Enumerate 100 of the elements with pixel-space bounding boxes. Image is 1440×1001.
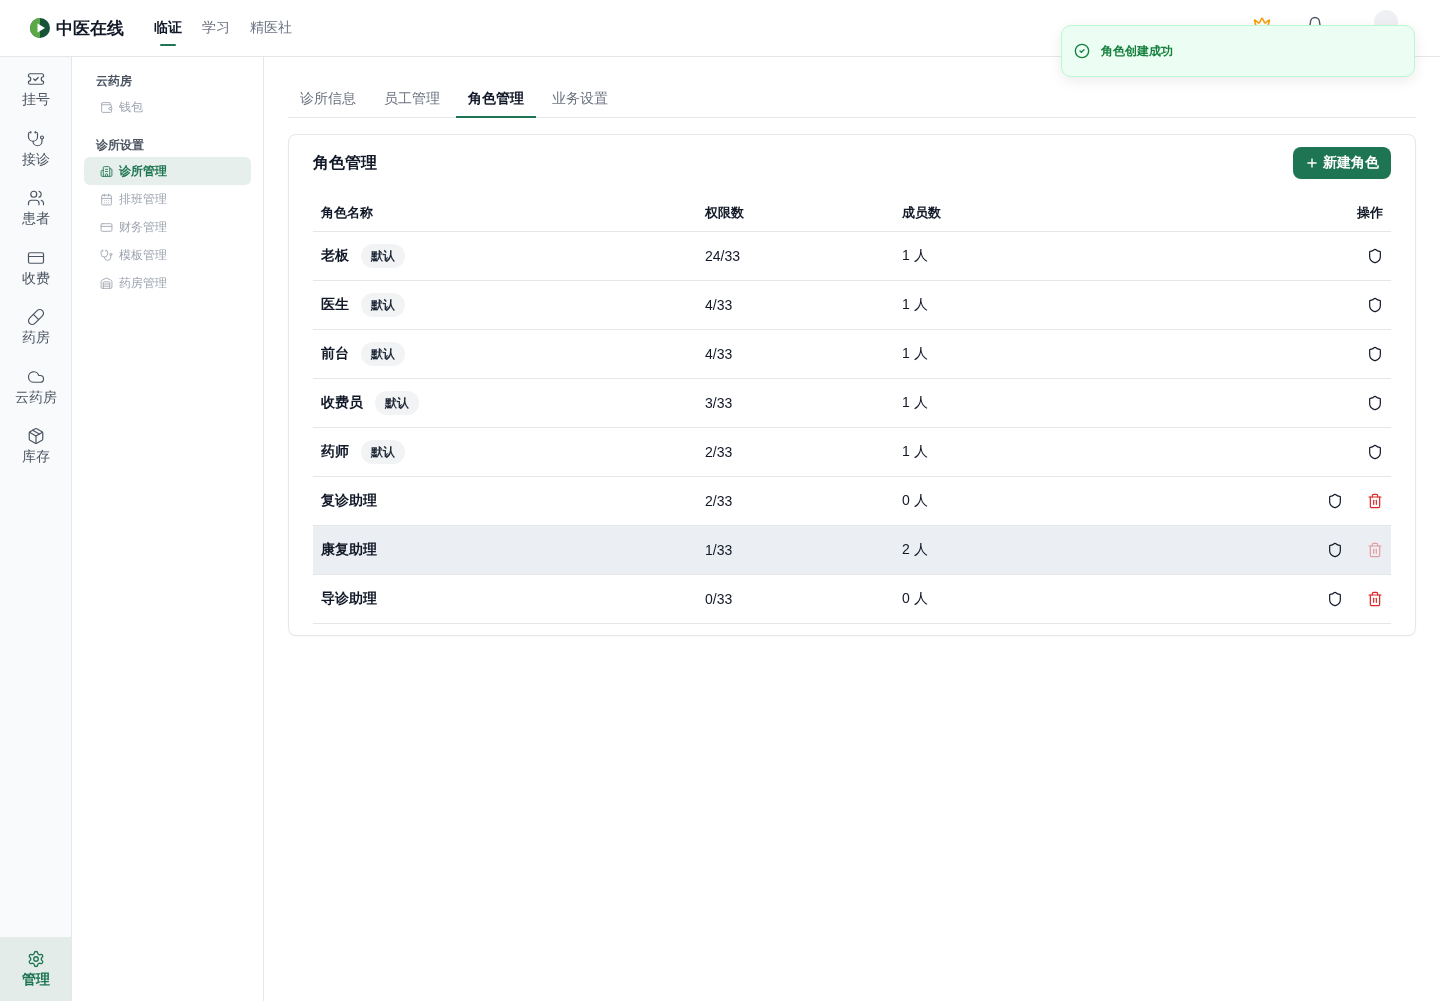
member-count: 2 人 xyxy=(901,541,929,559)
permission-count: 0/33 xyxy=(704,591,734,607)
member-count: 1 人 xyxy=(901,247,929,265)
rail-item[interactable]: 云药房 xyxy=(0,359,71,419)
column-header: 权限数 xyxy=(704,204,745,222)
role-tag: 默认 xyxy=(375,391,419,415)
rail-item[interactable]: 接诊 xyxy=(0,121,71,181)
sidebar-label: 排班管理 xyxy=(119,190,167,208)
role-tag: 默认 xyxy=(361,342,405,366)
rail-item[interactable]: 库存 xyxy=(0,419,71,479)
permission-count: 2/33 xyxy=(704,493,734,509)
tab[interactable]: 业务设置 xyxy=(540,81,620,118)
tab[interactable]: 诊所信息 xyxy=(288,81,368,118)
member-count: 1 人 xyxy=(901,296,929,314)
tab[interactable]: 角色管理 xyxy=(456,81,536,118)
role-name: 前台 xyxy=(321,345,349,363)
shield-icon xyxy=(1367,248,1383,264)
rail-label: 接诊 xyxy=(21,150,50,169)
calendar-icon xyxy=(100,192,113,206)
shield-icon xyxy=(1327,542,1343,558)
settings-icon xyxy=(26,950,45,968)
rail-item[interactable]: 收费 xyxy=(0,240,71,300)
member-count: 0 人 xyxy=(901,492,929,510)
permission-count: 3/33 xyxy=(704,395,734,411)
trash-icon xyxy=(1367,591,1383,607)
sidebar-item[interactable]: 药房管理 xyxy=(84,269,251,297)
shield-icon xyxy=(1327,493,1343,509)
role-tag: 默认 xyxy=(361,293,405,317)
role-name: 医生 xyxy=(321,296,349,314)
nav-link[interactable]: 学习 xyxy=(202,0,230,56)
plus-icon xyxy=(1305,156,1319,170)
shield-icon xyxy=(1367,346,1383,362)
column-header: 角色名称 xyxy=(320,204,374,222)
new-role-button[interactable]: 新建角色 xyxy=(1293,147,1391,179)
permission-count: 1/33 xyxy=(704,542,734,558)
warehouse-icon xyxy=(100,276,113,290)
check-circle-icon xyxy=(1074,43,1090,59)
rail-item[interactable]: 管理 xyxy=(0,937,71,1001)
rail-item[interactable]: 药房 xyxy=(0,300,71,360)
role-name: 导诊助理 xyxy=(321,590,377,608)
sidebar-item[interactable]: 排班管理 xyxy=(84,185,251,213)
member-count: 0 人 xyxy=(901,590,929,608)
role-tag: 默认 xyxy=(361,440,405,464)
member-count: 1 人 xyxy=(901,394,929,412)
sidebar-item[interactable]: 钱包 xyxy=(84,93,251,121)
sidebar-item[interactable]: 模板管理 xyxy=(84,241,251,269)
package-icon xyxy=(26,427,45,445)
member-count: 1 人 xyxy=(901,345,929,363)
role-name: 药师 xyxy=(321,443,349,461)
permission-count: 24/33 xyxy=(704,248,742,264)
pill-icon xyxy=(26,308,45,326)
role-name: 收费员 xyxy=(321,394,363,412)
rail-label: 挂号 xyxy=(21,91,50,109)
sidebar-label: 药房管理 xyxy=(119,274,167,292)
users-icon xyxy=(26,189,45,207)
nav-link[interactable]: 精医社 xyxy=(250,0,292,56)
permission-count: 4/33 xyxy=(704,297,734,313)
rail-label: 收费 xyxy=(21,269,50,288)
shield-icon xyxy=(1367,444,1383,460)
role-tag: 默认 xyxy=(361,244,405,268)
tab[interactable]: 员工管理 xyxy=(372,81,452,118)
shield-icon xyxy=(1327,591,1343,607)
trash-icon xyxy=(1367,542,1383,558)
card-title: 角色管理 xyxy=(313,152,377,173)
permission-count: 2/33 xyxy=(704,444,734,460)
ticket-icon xyxy=(26,70,45,88)
sidebar-item[interactable]: 财务管理 xyxy=(84,213,251,241)
logo-icon xyxy=(30,18,50,38)
toast-message: 角色创建成功 xyxy=(1101,42,1173,60)
column-header: 操作 xyxy=(1356,204,1384,222)
trash-icon xyxy=(1367,493,1383,509)
rail-label: 药房 xyxy=(21,329,50,347)
rail-label: 云药房 xyxy=(14,388,57,407)
sidebar-label: 诊所管理 xyxy=(119,162,167,180)
role-name: 康复助理 xyxy=(321,541,377,559)
sidebar-label: 钱包 xyxy=(119,98,143,116)
stethoscope-icon xyxy=(26,129,45,148)
stethoscope-icon xyxy=(100,248,113,262)
sidebar-group-title: 云药房 xyxy=(95,72,133,90)
role-name: 复诊助理 xyxy=(321,492,377,510)
permission-count: 4/33 xyxy=(704,346,734,362)
rail-item[interactable]: 挂号 xyxy=(0,62,71,122)
sidebar-label: 财务管理 xyxy=(119,218,167,236)
shield-icon xyxy=(1367,297,1383,313)
role-name: 老板 xyxy=(321,247,349,265)
building-icon xyxy=(100,164,113,178)
rail-label: 患者 xyxy=(21,210,50,228)
nav-link[interactable]: 临证 xyxy=(154,0,182,56)
column-header: 成员数 xyxy=(901,204,942,222)
brand-name: 中医在线 xyxy=(56,17,124,40)
shield-icon xyxy=(1367,395,1383,411)
rail-label: 管理 xyxy=(21,971,50,989)
wallet-icon xyxy=(100,100,113,114)
rail-item[interactable]: 患者 xyxy=(0,181,71,241)
card-icon xyxy=(100,220,113,234)
rail-label: 库存 xyxy=(21,448,50,466)
sidebar-group-title: 诊所设置 xyxy=(95,136,145,154)
sidebar-item[interactable]: 诊所管理 xyxy=(84,157,251,185)
member-count: 1 人 xyxy=(901,443,929,461)
sidebar-label: 模板管理 xyxy=(119,246,167,264)
